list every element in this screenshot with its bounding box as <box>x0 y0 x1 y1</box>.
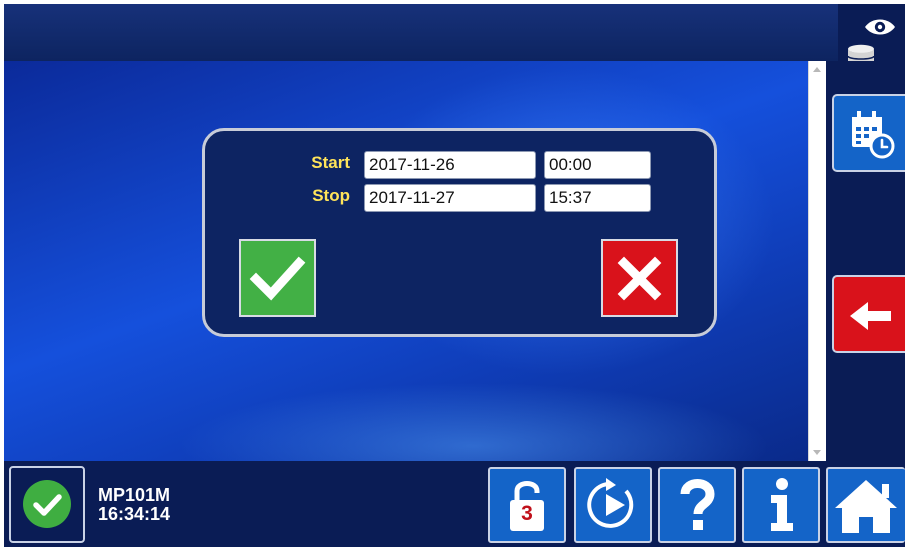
stop-date-field[interactable]: 2017-11-27 <box>364 184 536 212</box>
vertical-scrollbar[interactable] <box>808 61 826 461</box>
scroll-down-icon[interactable] <box>813 450 821 455</box>
close-icon <box>617 256 662 301</box>
back-button[interactable] <box>832 275 905 353</box>
start-time-field[interactable]: 00:00 <box>544 151 651 179</box>
screen: Start 2017-11-26 00:00 Stop 2017-11-27 1… <box>4 4 905 547</box>
help-icon <box>680 479 715 530</box>
calendar-button[interactable] <box>832 94 905 172</box>
info-button[interactable] <box>742 467 820 543</box>
confirm-button[interactable] <box>239 239 316 317</box>
play-cycle-icon <box>587 478 634 528</box>
access-level-number: 3 <box>521 502 533 525</box>
cancel-button[interactable] <box>601 239 678 317</box>
info-icon <box>771 478 793 531</box>
bottom-bar: MP101M 16:34:14 3 <box>4 461 905 547</box>
start-label: Start <box>311 153 350 172</box>
status-button[interactable] <box>9 466 85 543</box>
home-icon <box>835 480 897 533</box>
scroll-up-icon[interactable] <box>813 67 821 72</box>
date-range-dialog: Start 2017-11-26 00:00 Stop 2017-11-27 1… <box>202 128 717 337</box>
eye-icon[interactable] <box>863 16 897 38</box>
check-circle-icon <box>23 480 71 528</box>
calendar-clock-icon <box>852 111 895 159</box>
check-icon <box>249 256 306 301</box>
top-bar <box>4 4 838 61</box>
help-button[interactable] <box>658 467 736 543</box>
stop-time-field[interactable]: 15:37 <box>544 184 651 212</box>
machine-name: MP101M <box>98 485 171 505</box>
home-button[interactable] <box>826 467 905 543</box>
current-time: 16:34:14 <box>98 504 171 524</box>
arrow-left-icon <box>850 302 891 330</box>
start-date-field[interactable]: 2017-11-26 <box>364 151 536 179</box>
stop-label: Stop <box>312 186 350 205</box>
access-level-button[interactable]: 3 <box>488 467 566 543</box>
cycle-button[interactable] <box>574 467 652 543</box>
